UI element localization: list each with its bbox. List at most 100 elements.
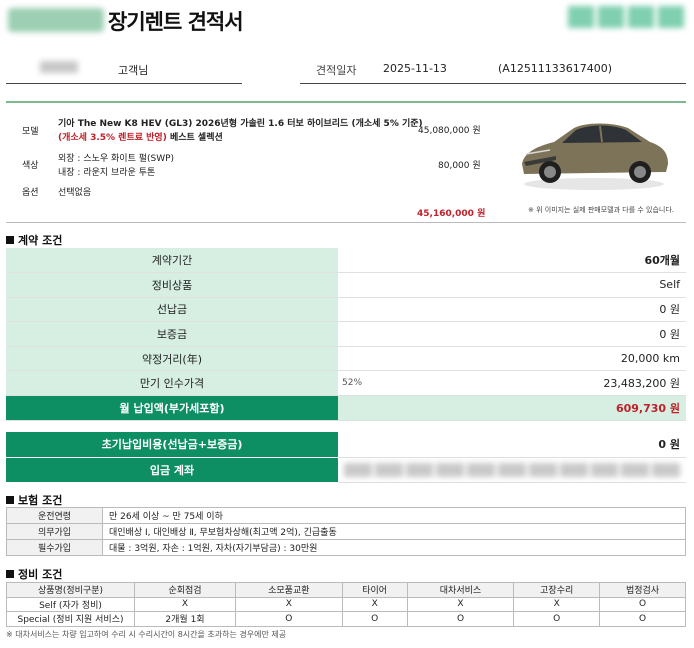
- row-label: 선납금: [6, 297, 338, 323]
- color-price: 80,000 원: [438, 161, 481, 171]
- customer-name: [40, 61, 78, 73]
- table-row-monthly: 월 납입액(부가세포함) 609,730 원: [6, 395, 686, 421]
- monthly-label: 월 납입액(부가세포함): [6, 395, 338, 421]
- table-row: 초기납입비용(선납금+보증금) 0 원: [6, 432, 686, 458]
- divider: [300, 83, 686, 84]
- table-cell: Special (정비 지원 서비스): [6, 611, 135, 627]
- table-cell: O: [599, 611, 686, 627]
- interior-color: 내장 : 라운지 브라운 투톤: [58, 168, 156, 178]
- account-label: 입금 계좌: [6, 457, 338, 483]
- residual-percent: 52%: [342, 378, 363, 389]
- model-subline: (개소세 3.5% 렌트료 반영) 베스트 셀렉션: [58, 130, 223, 143]
- account-number-redacted: [344, 462, 680, 477]
- option-value: 선택없음: [58, 188, 92, 198]
- option-label: 옵션: [22, 188, 39, 198]
- table-cell: Self (자가 정비): [6, 596, 135, 613]
- table-header-row: 상품명(정비구분) 순회점검 소모품교환 타이어 대차서비스 고장수리 법정검사: [6, 582, 686, 598]
- table-cell: O: [341, 611, 408, 627]
- table-cell: O: [599, 596, 686, 613]
- table-cell: X: [341, 596, 408, 613]
- model-tax-note: (개소세 3.5% 렌트료 반영): [58, 133, 167, 143]
- row-value: 만 26세 이상 ~ 만 75세 이하: [102, 507, 686, 524]
- row-label: 약정거리(年): [6, 346, 338, 372]
- exterior-color: 외장 : 스노우 화이트 펄(SWP): [58, 154, 175, 164]
- maintenance-footnote: ※ 대차서비스는 차량 입고하여 수리 시 수리시간이 8시간을 초과하는 경우…: [6, 630, 287, 639]
- table-row: 정비상품 Self: [6, 272, 686, 298]
- quote-date: 2025-11-13: [383, 62, 447, 75]
- column-header: 법정검사: [599, 582, 686, 598]
- divider: [6, 222, 686, 223]
- column-header: 순회점검: [134, 582, 236, 598]
- row-value: 대인배상 Ⅰ, 대인배상 Ⅱ, 무보험차상해(최고액 2억), 긴급출동: [102, 523, 686, 540]
- row-label: 만기 인수가격: [6, 370, 338, 397]
- monthly-value: 609,730 원: [338, 395, 686, 421]
- row-value: 대물 : 3억원, 자손 : 1억원, 자차(자기부담금) : 30만원: [102, 539, 686, 556]
- table-cell: X: [134, 596, 236, 613]
- insurance-table: 운전연령 만 26세 이상 ~ 만 75세 이하 의무가입 대인배상 Ⅰ, 대인배상…: [6, 507, 686, 556]
- row-label: 필수가입: [6, 539, 103, 556]
- row-label: 정비상품: [6, 272, 338, 298]
- account-value: [338, 457, 686, 483]
- table-cell: O: [513, 611, 601, 627]
- row-label: 의무가입: [6, 523, 103, 540]
- initial-cost-value: 0 원: [338, 432, 686, 458]
- row-value: 52% 23,483,200 원: [338, 370, 686, 397]
- table-row: 만기 인수가격 52% 23,483,200 원: [6, 370, 686, 397]
- contract-section-title: 계약 조건: [6, 232, 62, 248]
- column-header: 소모품교환: [235, 582, 343, 598]
- page-title: 장기렌트 견적서: [108, 10, 244, 34]
- column-header: 타이어: [341, 582, 408, 598]
- table-cell: X: [513, 596, 601, 613]
- row-value: 0 원: [338, 297, 686, 323]
- corner-logo: [568, 6, 684, 28]
- table-row: 보증금 0 원: [6, 321, 686, 347]
- table-row: Self (자가 정비) X X X X X O: [6, 596, 686, 613]
- model-label: 모델: [22, 127, 39, 137]
- square-bullet-icon: [6, 236, 14, 244]
- table-row: 입금 계좌: [6, 457, 686, 483]
- company-logo: [8, 8, 104, 32]
- contract-table: 계약기간 60개월 정비상품 Self 선납금 0 원 보증금 0 원 약정거리(年) 2…: [6, 248, 686, 421]
- initial-cost-label: 초기납입비용(선납금+보증금): [6, 432, 338, 458]
- table-cell: X: [406, 596, 515, 613]
- table-row: 의무가입 대인배상 Ⅰ, 대인배상 Ⅱ, 무보험차상해(최고액 2억), 긴급출동: [6, 523, 686, 540]
- quote-id: (A12511133617400): [498, 62, 613, 75]
- maintenance-section-title: 정비 조건: [6, 566, 62, 582]
- table-row: 선납금 0 원: [6, 297, 686, 323]
- row-label: 운전연령: [6, 507, 103, 524]
- column-header: 상품명(정비구분): [6, 582, 135, 598]
- model-trim: 베스트 셀렉션: [166, 133, 223, 143]
- row-value: 0 원: [338, 321, 686, 347]
- square-bullet-icon: [6, 570, 14, 578]
- table-row: 필수가입 대물 : 3억원, 자손 : 1억원, 자차(자기부담금) : 30만원: [6, 539, 686, 556]
- divider: [6, 83, 242, 84]
- column-header: 대차서비스: [406, 582, 515, 598]
- square-bullet-icon: [6, 496, 14, 504]
- table-cell: O: [235, 611, 343, 627]
- table-cell: X: [235, 596, 343, 613]
- quote-date-label: 견적일자: [316, 64, 357, 77]
- row-value: Self: [338, 272, 686, 298]
- table-cell: O: [406, 611, 515, 627]
- row-value: 20,000 km: [338, 346, 686, 372]
- insurance-section-title: 보험 조건: [6, 492, 62, 508]
- total-price: 45,160,000 원: [417, 209, 486, 219]
- divider: [6, 101, 686, 103]
- car-image: [522, 123, 668, 190]
- table-row: 계약기간 60개월: [6, 248, 686, 274]
- row-label: 보증금: [6, 321, 338, 347]
- color-label: 색상: [22, 161, 39, 171]
- customer-suffix: 고객님: [118, 64, 149, 77]
- column-header: 고장수리: [513, 582, 601, 598]
- row-value: 60개월: [338, 248, 686, 274]
- table-row: 약정거리(年) 20,000 km: [6, 346, 686, 372]
- table-row: Special (정비 지원 서비스) 2개월 1회 O O O O O: [6, 611, 686, 627]
- table-row: 운전연령 만 26세 이상 ~ 만 75세 이하: [6, 507, 686, 524]
- row-label: 계약기간: [6, 248, 338, 274]
- image-note: ※ 위 이미지는 실제 판매모델과 다를 수 있습니다.: [528, 206, 675, 214]
- model-price: 45,080,000 원: [418, 126, 481, 136]
- payment-table: 초기납입비용(선납금+보증금) 0 원 입금 계좌: [6, 432, 686, 483]
- maintenance-table: 상품명(정비구분) 순회점검 소모품교환 타이어 대차서비스 고장수리 법정검사…: [6, 582, 686, 627]
- table-cell: 2개월 1회: [134, 611, 236, 627]
- model-name: 기아 The New K8 HEV (GL3) 2026년형 가솔린 1.6 터…: [58, 119, 423, 129]
